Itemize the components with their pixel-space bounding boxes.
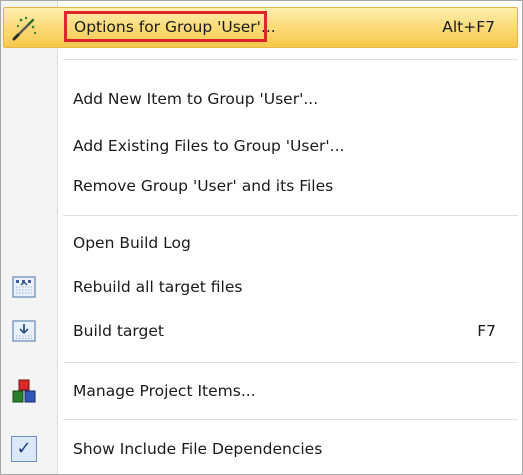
context-menu: Options for Group 'User'... Alt+F7 Add N… (0, 0, 523, 475)
menu-item-label: Build target (73, 322, 164, 340)
menu-item-shortcut: F7 (477, 322, 496, 340)
menu-item-label: Remove Group 'User' and its Files (73, 177, 334, 195)
manage-project-items-icon (12, 379, 36, 403)
menu-separator (63, 59, 518, 60)
menu-separator (63, 419, 518, 420)
menu-item-build-target[interactable]: Build target F7 (3, 311, 518, 351)
menu-item-add-new-item[interactable]: Add New Item to Group 'User'... (3, 79, 518, 119)
rebuild-icon (12, 276, 36, 298)
menu-item-label: Add New Item to Group 'User'... (73, 90, 319, 108)
menu-item-remove-group[interactable]: Remove Group 'User' and its Files (3, 166, 518, 206)
menu-item-show-include-dependencies[interactable]: ✓ Show Include File Dependencies (3, 429, 518, 469)
options-wand-icon (12, 16, 37, 41)
menu-item-label: Show Include File Dependencies (73, 440, 323, 458)
build-icon (12, 320, 36, 342)
menu-item-open-build-log[interactable]: Open Build Log (3, 223, 518, 263)
menu-item-add-existing-files[interactable]: Add Existing Files to Group 'User'... (3, 126, 518, 166)
menu-item-rebuild-all[interactable]: Rebuild all target files (3, 267, 518, 307)
menu-item-label: Add Existing Files to Group 'User'... (73, 137, 345, 155)
menu-separator (63, 362, 518, 363)
menu-item-manage-project-items[interactable]: Manage Project Items... (3, 371, 518, 411)
menu-item-shortcut: Alt+F7 (442, 18, 495, 36)
checkmark-icon: ✓ (11, 436, 37, 462)
menu-item-label: Rebuild all target files (73, 278, 243, 296)
annotation-highlight-box (64, 11, 267, 42)
menu-item-label: Manage Project Items... (73, 382, 256, 400)
menu-item-label: Open Build Log (73, 234, 191, 252)
menu-separator (63, 215, 518, 216)
